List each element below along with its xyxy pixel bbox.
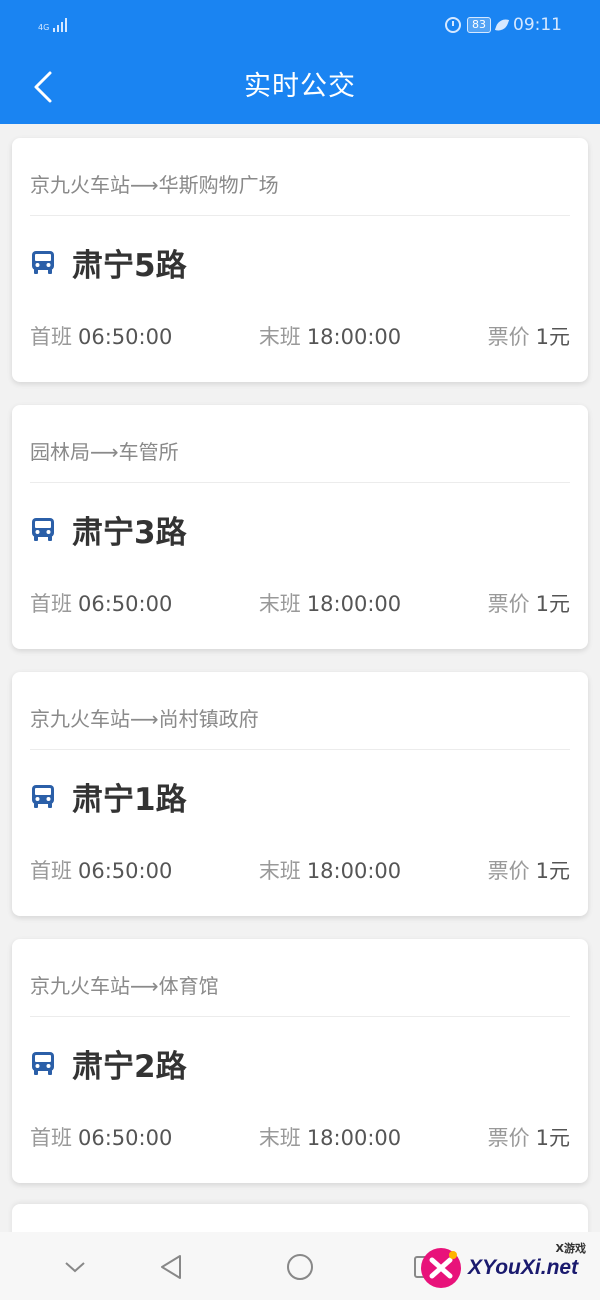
fare-value: 1元 xyxy=(535,1126,570,1150)
network-status: 4G xyxy=(38,18,68,32)
route-card[interactable]: 京九火车站⟶华斯购物广场 肃宁5路 首班 06:50:00 末班 18:00:00 … xyxy=(12,138,588,382)
fare-value: 1元 xyxy=(535,859,570,883)
schedule-row: 首班 06:50:00 末班 18:00:00 票价 1元 xyxy=(30,575,570,631)
last-bus: 末班 18:00:00 xyxy=(259,588,401,618)
bus-icon xyxy=(32,1052,54,1075)
line-row: 肃宁5路 xyxy=(30,216,570,308)
first-bus-time: 06:50:00 xyxy=(78,859,173,883)
fare-label: 票价 xyxy=(487,592,530,616)
schedule-row: 首班 06:50:00 末班 18:00:00 票价 1元 xyxy=(30,1109,570,1165)
fare: 票价 1元 xyxy=(488,855,570,885)
route-direction: 园林局⟶车管所 xyxy=(30,405,570,483)
alarm-icon xyxy=(445,17,461,33)
first-bus: 首班 06:50:00 xyxy=(30,588,172,618)
fare-label: 票价 xyxy=(487,1126,530,1150)
first-bus: 首班 06:50:00 xyxy=(30,855,172,885)
fare-value: 1元 xyxy=(535,325,570,349)
status-bar: 4G 83 09:11 xyxy=(0,0,600,50)
app-bar: 实时公交 xyxy=(0,50,600,124)
bus-icon xyxy=(32,251,54,274)
page-title: 实时公交 xyxy=(244,71,356,102)
first-bus-time: 06:50:00 xyxy=(78,592,173,616)
fare: 票价 1元 xyxy=(488,588,570,618)
route-direction: 京九火车站⟶体育馆 xyxy=(30,939,570,1017)
last-bus-time: 18:00:00 xyxy=(306,859,402,883)
last-bus-label: 末班 xyxy=(258,859,301,883)
line-name: 肃宁1路 xyxy=(72,781,187,818)
first-bus-label: 首班 xyxy=(30,592,72,616)
fare-value: 1元 xyxy=(535,592,570,616)
power-saving-leaf-icon xyxy=(494,16,510,34)
line-row: 肃宁3路 xyxy=(30,483,570,575)
status-right: 83 09:11 xyxy=(445,15,562,35)
last-bus: 末班 18:00:00 xyxy=(259,855,401,885)
route-card[interactable]: 京九火车站⟶尚村镇政府 肃宁1路 首班 06:50:00 末班 18:00:00 票… xyxy=(12,672,588,916)
first-bus: 首班 06:50:00 xyxy=(30,1122,172,1152)
home-circle-icon xyxy=(287,1254,313,1280)
route-direction: 京九火车站⟶尚村镇政府 xyxy=(30,672,570,750)
line-name: 肃宁5路 xyxy=(72,247,187,284)
first-bus-label: 首班 xyxy=(30,325,72,349)
watermark-small: X游戏 xyxy=(555,1242,586,1255)
first-bus-time: 06:50:00 xyxy=(78,325,173,349)
nav-back-button[interactable] xyxy=(156,1252,186,1282)
back-triangle-icon xyxy=(161,1255,181,1279)
first-bus: 首班 06:50:00 xyxy=(30,321,172,351)
bus-icon xyxy=(32,785,54,808)
line-name: 肃宁3路 xyxy=(72,514,187,551)
chevron-left-icon xyxy=(34,71,52,103)
schedule-row: 首班 06:50:00 末班 18:00:00 票价 1元 xyxy=(30,308,570,364)
line-row: 肃宁1路 xyxy=(30,750,570,842)
first-bus-label: 首班 xyxy=(30,859,72,883)
line-name: 肃宁2路 xyxy=(72,1048,187,1085)
bus-icon xyxy=(32,518,54,541)
watermark: XYouXi.net X游戏 xyxy=(418,1236,600,1300)
chevron-down-icon xyxy=(65,1262,85,1273)
route-direction: 京九火车站⟶华斯购物广场 xyxy=(30,138,570,216)
signal-icon xyxy=(53,18,68,32)
last-bus-time: 18:00:00 xyxy=(306,1126,402,1150)
watermark-brand: XYouXi.net xyxy=(468,1256,579,1279)
last-bus: 末班 18:00:00 xyxy=(259,321,401,351)
network-type: 4G xyxy=(38,23,50,32)
fare-label: 票价 xyxy=(487,325,530,349)
route-list: 京九火车站⟶华斯购物广场 肃宁5路 首班 06:50:00 末班 18:00:00 … xyxy=(12,138,588,1206)
nav-home-button[interactable] xyxy=(285,1252,315,1282)
hide-keyboard-button[interactable] xyxy=(60,1252,90,1282)
back-button[interactable] xyxy=(24,68,62,106)
schedule-row: 首班 06:50:00 末班 18:00:00 票价 1元 xyxy=(30,842,570,898)
last-bus-time: 18:00:00 xyxy=(306,325,402,349)
watermark-logo xyxy=(418,1245,464,1291)
fare: 票价 1元 xyxy=(488,1122,570,1152)
fare: 票价 1元 xyxy=(488,321,570,351)
first-bus-time: 06:50:00 xyxy=(78,1126,173,1150)
fare-label: 票价 xyxy=(487,859,530,883)
battery-icon: 83 xyxy=(467,17,491,33)
line-row: 肃宁2路 xyxy=(30,1017,570,1109)
route-card[interactable]: 京九火车站⟶体育馆 肃宁2路 首班 06:50:00 末班 18:00:00 票价 1… xyxy=(12,939,588,1183)
last-bus-label: 末班 xyxy=(258,325,301,349)
last-bus-time: 18:00:00 xyxy=(306,592,402,616)
status-time: 09:11 xyxy=(513,15,562,35)
route-card[interactable]: 园林局⟶车管所 肃宁3路 首班 06:50:00 末班 18:00:00 票价 1元 xyxy=(12,405,588,649)
last-bus-label: 末班 xyxy=(258,1126,301,1150)
last-bus: 末班 18:00:00 xyxy=(259,1122,401,1152)
last-bus-label: 末班 xyxy=(258,592,301,616)
first-bus-label: 首班 xyxy=(30,1126,72,1150)
